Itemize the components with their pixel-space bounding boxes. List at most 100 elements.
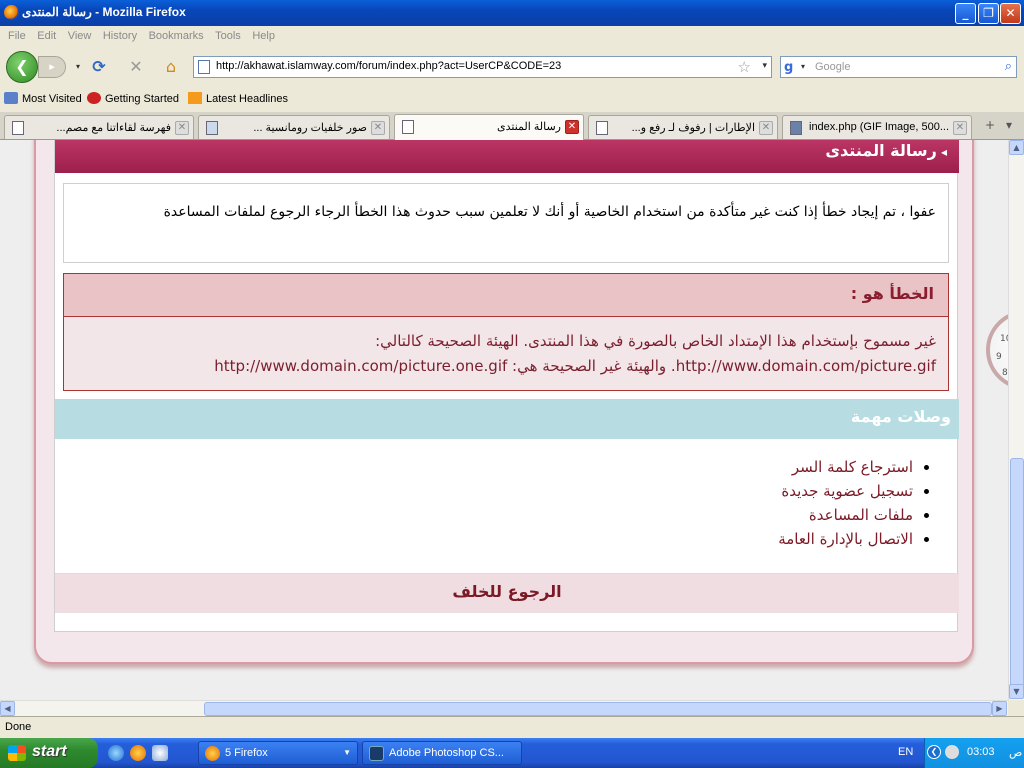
panel-header: رسالة المنتدى [55,140,959,173]
scroll-left-icon[interactable]: ◀ [0,701,15,716]
scroll-right-icon[interactable]: ▶ [992,701,1007,716]
menu-edit[interactable]: Edit [37,26,56,46]
links-list: استرجاع كلمة السر تسجيل عضوية جديدة ملفا… [778,455,913,551]
rss-feed-icon [188,92,202,104]
tab-scroll-icon[interactable]: ▾ [1006,118,1012,132]
tab-list-icon[interactable]: + [985,118,995,132]
search-engine-dropdown-icon[interactable]: ▾ [801,62,805,71]
clock-time[interactable]: 03:03 [967,746,995,758]
dropdown-icon: ▼ [343,748,351,757]
error-line: غير مسموح بإستخدام هذا الإمتداد الخاص با… [375,332,936,350]
tab-close-icon[interactable]: ✕ [759,121,773,135]
menu-history[interactable]: History [103,26,137,46]
message-box: عفوا ، تم إيجاد خطأ إذا كنت غير متأكدة م… [63,183,949,263]
image-icon [790,121,802,135]
windows-logo-icon [8,745,26,761]
error-line: http://www.domain.com/picture.gif. والهي… [214,357,936,375]
taskbar-photoshop[interactable]: Adobe Photoshop CS... [362,741,522,765]
links-title: وصلات مهمة [850,407,951,426]
url-bar[interactable]: http://akhawat.islamway.com/forum/index.… [193,56,772,78]
show-desktop-icon[interactable] [152,745,168,761]
message-panel: رسالة المنتدى عفوا ، تم إيجاد خطأ إذا كن… [54,140,959,632]
error-message-text: عفوا ، تم إيجاد خطأ إذا كنت غير متأكدة م… [163,204,936,220]
stop-icon[interactable]: ✕ [126,57,146,77]
menu-bookmarks[interactable]: Bookmarks [149,26,204,46]
tab-item[interactable]: فهرسة لقاءاتنا مع مصم... ✕ [4,115,194,139]
bookmarks-toolbar: Most Visited Getting Started Latest Head… [0,88,1024,110]
clock-numeral: 9 [996,352,1002,362]
tab-close-icon[interactable]: ✕ [175,121,189,135]
window-titlebar[interactable]: رسالة المنتدى - Mozilla Firefox _ ❐ ✕ [0,0,1024,26]
tab-label: الإطارات | رفوف لـ رفع و... [631,122,755,134]
bookmark-most-visited[interactable]: Most Visited [4,92,82,105]
navigation-toolbar: ▸ ❮ ▾ ⟳ ✕ ⌂ http://akhawat.islamway.com/… [0,46,1024,88]
link-contact-admin[interactable]: الاتصال بالإدارة العامة [778,530,913,548]
google-icon[interactable]: g [784,60,800,76]
back-bar: الرجوع للخلف [55,573,959,613]
tray-app-icon[interactable] [945,745,959,759]
getting-started-icon [87,92,101,104]
menu-help[interactable]: Help [252,26,275,46]
vertical-scrollbar[interactable]: ▲ ▼ [1008,140,1024,700]
page-icon [596,121,608,135]
tab-close-icon[interactable]: ✕ [953,121,967,135]
firefox-icon[interactable] [130,745,146,761]
scroll-down-icon[interactable]: ▼ [1009,684,1024,699]
window-title: رسالة المنتدى - Mozilla Firefox [22,5,186,19]
error-body: غير مسموح بإستخدام هذا الإمتداد الخاص با… [63,317,949,391]
restore-button[interactable]: ❐ [978,3,999,24]
taskbar-firefox-group[interactable]: 5 Firefox ▼ [198,741,358,765]
windows-taskbar: start 5 Firefox ▼ Adobe Photoshop CS... … [0,738,1024,768]
menu-tools[interactable]: Tools [215,26,241,46]
language-indicator[interactable]: EN [898,746,913,758]
image-icon [206,121,218,135]
scroll-thumb[interactable] [204,702,992,716]
url-text: http://akhawat.islamway.com/forum/index.… [216,60,562,72]
go-back-link[interactable]: الرجوع للخلف [55,582,959,601]
forward-button[interactable]: ▸ [38,56,66,78]
tab-item[interactable]: الإطارات | رفوف لـ رفع و... ✕ [588,115,778,139]
reload-icon[interactable]: ⟳ [89,57,109,77]
tab-close-icon[interactable]: ✕ [371,121,385,135]
forum-frame: رسالة المنتدى عفوا ، تم إيجاد خطأ إذا كن… [34,140,974,664]
url-dropdown-icon[interactable]: ▾ [762,61,767,71]
bookmark-star-icon[interactable]: ☆ [738,58,751,76]
tab-item[interactable]: صور خلفيات رومانسية ... ✕ [198,115,390,139]
bookmark-latest-headlines[interactable]: Latest Headlines [188,92,288,105]
history-dropdown-icon[interactable]: ▾ [68,57,88,77]
tab-label: صور خلفيات رومانسية ... [253,122,367,134]
clock-numeral: 10 [1000,334,1008,344]
close-button[interactable]: ✕ [1000,3,1021,24]
tab-close-icon[interactable]: ✕ [565,120,579,134]
tray-expand-icon[interactable]: ❮ [927,745,941,759]
tab-label: index.php (GIF Image, 500... [809,121,949,133]
internet-explorer-icon[interactable] [108,745,124,761]
search-icon[interactable]: ⌕ [1005,59,1012,74]
link-register[interactable]: تسجيل عضوية جديدة [781,482,913,500]
scroll-thumb[interactable] [1010,458,1024,688]
page-icon [198,60,210,74]
back-button[interactable]: ❮ [6,51,38,83]
clock-numeral: 8 [1002,368,1008,378]
start-button[interactable]: start [0,738,98,768]
firefox-icon [205,746,220,761]
link-recover-password[interactable]: استرجاع كلمة السر [792,458,913,476]
error-header: الخطأ هو : [63,273,949,317]
list-item: ملفات المساعدة [778,503,913,527]
horizontal-scrollbar[interactable]: ◀ ▶ [0,700,1008,716]
list-item: استرجاع كلمة السر [778,455,913,479]
tab-label: فهرسة لقاءاتنا مع مصم... [56,122,171,134]
minimize-button[interactable]: _ [955,3,976,24]
menu-file[interactable]: File [8,26,26,46]
list-item: تسجيل عضوية جديدة [778,479,913,503]
system-tray: ❮ 03:03 ص [924,738,1024,768]
tab-item[interactable]: index.php (GIF Image, 500... ✕ [782,115,972,139]
status-text: Done [5,721,32,733]
search-input[interactable]: g ▾ Google ⌕ [780,56,1017,78]
scroll-up-icon[interactable]: ▲ [1009,140,1024,155]
tab-item-active[interactable]: رسالة المنتدى ✕ [394,114,584,140]
home-icon[interactable]: ⌂ [161,57,181,77]
bookmark-getting-started[interactable]: Getting Started [87,92,179,105]
link-help-files[interactable]: ملفات المساعدة [809,506,913,524]
menu-view[interactable]: View [68,26,92,46]
